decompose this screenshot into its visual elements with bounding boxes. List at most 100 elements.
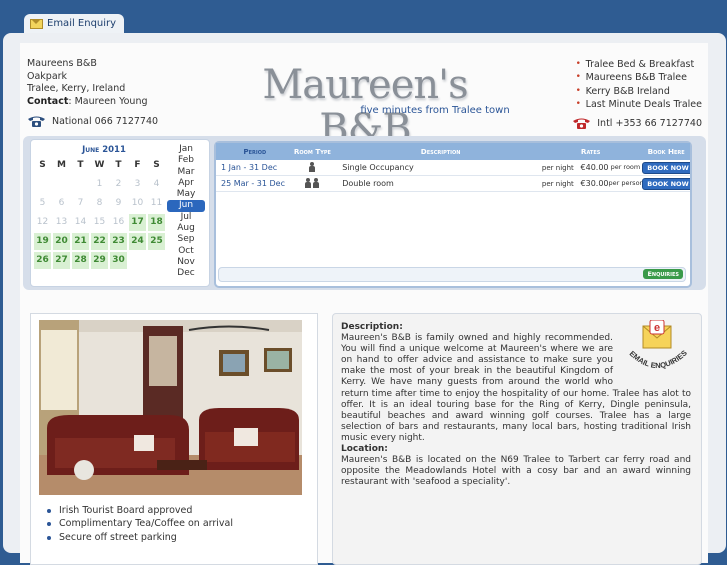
calendar-day: 1 (96, 179, 103, 189)
month-option[interactable]: Dec (167, 268, 205, 279)
phone-intl-text: Intl +353 66 7127740 (597, 118, 702, 129)
calendar-day: 12 (36, 217, 49, 227)
month-option[interactable]: Jan (167, 144, 205, 155)
description-heading: Description: (341, 322, 403, 332)
book-cell: BOOK NOW (642, 161, 690, 174)
location-heading: Location: (341, 444, 388, 455)
description-panel: e EMAIL ENQUIRIES Description: Maureen's… (332, 313, 702, 565)
rate-price: €30.00 (580, 179, 609, 188)
rate-per-night: per night (541, 179, 574, 188)
month-selector: Jan Feb Mar Apr May Jun Jul Aug Sep Oct Nov Dec (167, 144, 205, 280)
quick-link-item[interactable]: Kerry B&B Ireland (576, 85, 702, 99)
description-text: e EMAIL ENQUIRIES Description: Maureen's… (341, 319, 691, 488)
calendar-day: 4 (153, 179, 160, 189)
book-cell: BOOK NOW (642, 177, 690, 190)
month-option[interactable]: May (167, 189, 205, 200)
location-body: Maureen's B&B is located on the N69 Tral… (341, 455, 691, 488)
calendar-day: 11 (150, 198, 163, 208)
book-now-button[interactable]: BOOK NOW (642, 161, 690, 174)
calendar-month-label: June 2011 (82, 145, 126, 155)
calendar-day: 15 (93, 217, 106, 227)
calendar-day: 9 (115, 198, 122, 208)
rate-basis: per room (610, 164, 641, 171)
month-option[interactable]: Sep (167, 234, 205, 245)
calendar-day: 2 (115, 179, 122, 189)
address-line: Oakpark (27, 70, 68, 82)
calendar-day: 7 (77, 198, 84, 208)
email-enquiries-badge[interactable]: e EMAIL ENQUIRIES (619, 319, 695, 380)
calendar-day[interactable]: 24 (129, 233, 146, 250)
month-option[interactable]: Jun (167, 200, 205, 212)
day-header: S (153, 160, 160, 170)
calendar-day[interactable]: 20 (53, 233, 70, 250)
quick-link-item[interactable]: Tralee Bed & Breakfast (576, 58, 702, 72)
rate-description: Double room (342, 179, 394, 188)
month-option[interactable]: Feb (167, 155, 205, 166)
rate-row: 25 Mar - 31 Dec Double room per night €30.0… (216, 176, 690, 192)
feature-item: Secure off street parking (47, 531, 233, 544)
month-option[interactable]: Nov (167, 257, 205, 268)
calendar-empty (129, 252, 146, 269)
calendar-day: 6 (58, 198, 65, 208)
address-block: Maureens B&B Oakpark Tralee, Kerry, Irel… (27, 58, 148, 109)
calendar-day: 14 (74, 217, 87, 227)
person-icon (305, 177, 312, 188)
rate-period: 1 Jan - 31 Dec (221, 163, 278, 172)
calendar-day[interactable]: 29 (91, 252, 108, 269)
calendar-day[interactable]: 21 (72, 233, 89, 250)
telephone-icon (572, 117, 591, 130)
contact-line: Contact: Maureen Young (27, 96, 148, 109)
feature-list: Irish Tourist Board approved Complimentar… (47, 504, 233, 544)
room-type-icon (289, 177, 337, 190)
rate-per-night: per night (541, 163, 574, 172)
calendar-day[interactable]: 17 (129, 214, 146, 231)
day-header: F (134, 160, 141, 170)
calendar-day[interactable]: 30 (110, 252, 127, 269)
business-name: Maureens B&B (27, 58, 97, 69)
calendar-day: 5 (39, 198, 46, 208)
month-option[interactable]: Mar (167, 167, 205, 178)
month-option[interactable]: Jul (167, 212, 205, 223)
rate-description: Single Occupancy (342, 163, 414, 172)
calendar-empty (72, 176, 89, 193)
calendar-day[interactable]: 23 (110, 233, 127, 250)
header-description: Description (420, 147, 461, 156)
quick-links: Tralee Bed & BreakfastMaureens B&B Trale… (576, 58, 702, 112)
email-enquiry-label: Email Enquiry (47, 18, 117, 29)
month-option[interactable]: Aug (167, 223, 205, 234)
month-option[interactable]: Oct (167, 246, 205, 257)
site-tagline: five minutes from Tralee town (360, 105, 510, 116)
phone-national: National 066 7127740 (27, 115, 158, 128)
calendar-empty (53, 176, 70, 193)
email-enquiry-tab[interactable]: Email Enquiry (24, 14, 125, 33)
calendar-day: 3 (134, 179, 141, 189)
month-option[interactable]: Apr (167, 178, 205, 189)
calendar-day[interactable]: 28 (72, 252, 89, 269)
content-area: Maureens B&B Oakpark Tralee, Kerry, Irel… (20, 43, 708, 565)
rates-header-row: Period Room Type Description Rates Book … (216, 143, 690, 160)
calendar-empty (34, 176, 51, 193)
book-now-button[interactable]: BOOK NOW (642, 177, 690, 190)
quick-link-item[interactable]: Maureens B&B Tralee (576, 71, 702, 85)
calendar-grid: S M T W T F S 1 2 3 4 5 6 7 8 9 10 11 12 13 14 15 16 17 18 19 20 21… (34, 157, 165, 269)
header-rates: Rates (580, 147, 601, 156)
rate-basis: per person (608, 180, 643, 187)
rate-row: 1 Jan - 31 Dec Single Occupancy per night €… (216, 160, 690, 176)
calendar-day: 13 (55, 217, 68, 227)
calendar-day[interactable]: 18 (148, 214, 165, 231)
calendar-day[interactable]: 26 (34, 252, 51, 269)
enquiries-button[interactable]: Enquiries (643, 269, 683, 279)
person-icon (309, 161, 316, 172)
envelope-icon (30, 18, 43, 29)
feature-item: Irish Tourist Board approved (47, 504, 233, 517)
calendar-day[interactable]: 27 (53, 252, 70, 269)
badge-text: EMAIL ENQUIRIES (628, 348, 689, 370)
room-type-icon (289, 161, 337, 174)
day-header: W (94, 160, 105, 170)
rates-table: Period Room Type Description Rates Book … (214, 141, 692, 288)
calendar-day[interactable]: 19 (34, 233, 51, 250)
telephone-icon (27, 115, 46, 128)
calendar-day[interactable]: 22 (91, 233, 108, 250)
quick-link-item[interactable]: Last Minute Deals Tralee (576, 98, 702, 112)
calendar-day[interactable]: 25 (148, 233, 165, 250)
